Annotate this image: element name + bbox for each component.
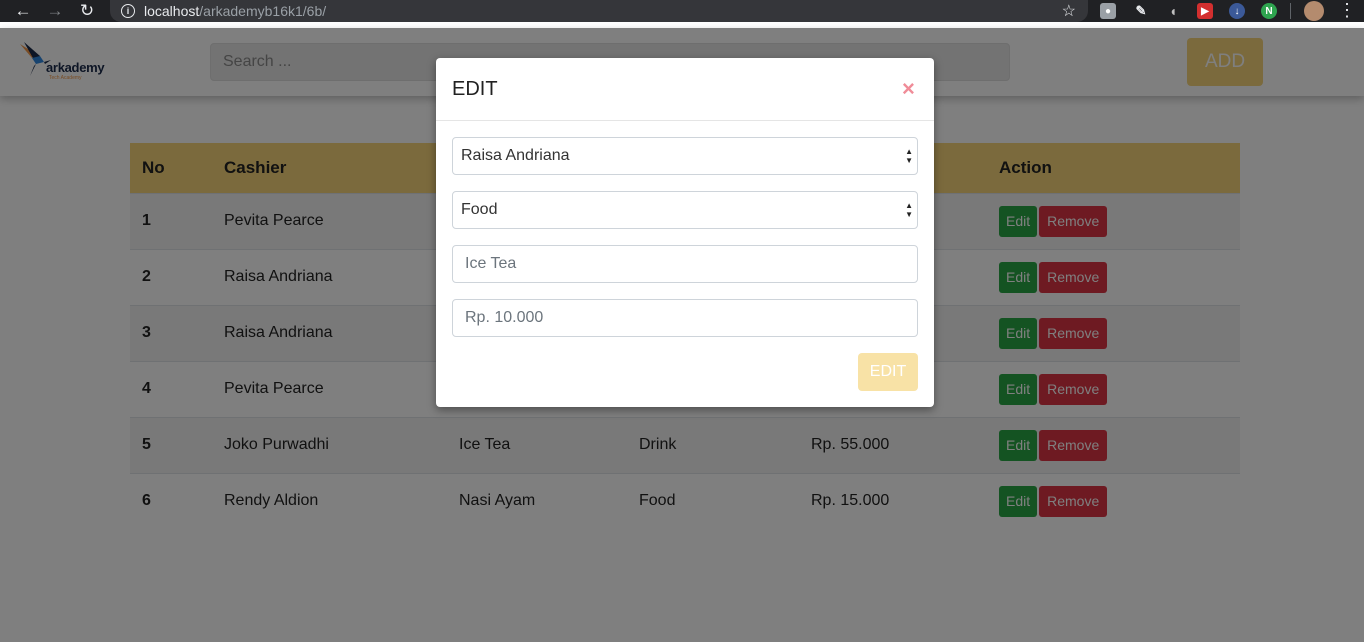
- address-bar[interactable]: i localhost/arkademyb16k1/6b/ ☆: [110, 0, 1088, 22]
- reload-icon[interactable]: ↻: [76, 0, 98, 22]
- select-arrows-icon: ▲ ▼: [905, 201, 913, 219]
- cashier-select[interactable]: Raisa Andriana ▲ ▼: [452, 137, 918, 175]
- edit-modal: EDIT × Raisa Andriana ▲ ▼ Food ▲ ▼ Ice Tea…: [436, 58, 934, 407]
- url-path: /arkademyb16k1/6b/: [199, 3, 327, 19]
- select-arrows-icon: ▲ ▼: [905, 147, 913, 165]
- product-input[interactable]: Ice Tea: [452, 245, 918, 283]
- more-menu-icon[interactable]: ⋮: [1338, 0, 1356, 22]
- url-text: localhost/arkademyb16k1/6b/: [144, 3, 326, 19]
- forward-arrow-icon[interactable]: →: [44, 0, 66, 22]
- blue-download-icon[interactable]: ↓: [1229, 3, 1245, 19]
- red-play-icon[interactable]: ▶: [1197, 3, 1213, 19]
- toolbar-divider: [1290, 3, 1291, 19]
- category-select-value: Food: [461, 201, 498, 218]
- price-input[interactable]: Rp. 10.000: [452, 299, 918, 337]
- edit-submit-button[interactable]: EDIT: [858, 353, 918, 391]
- browser-toolbar: ← → ↻ i localhost/arkademyb16k1/6b/ ☆ ● …: [0, 0, 1364, 22]
- profile-avatar[interactable]: [1304, 1, 1324, 21]
- info-icon[interactable]: i: [121, 4, 135, 18]
- modal-title: EDIT: [452, 78, 498, 100]
- green-n-icon[interactable]: N: [1261, 3, 1277, 19]
- category-select[interactable]: Food ▲ ▼: [452, 191, 918, 229]
- url-host: localhost: [144, 3, 200, 19]
- close-icon[interactable]: ×: [902, 76, 915, 102]
- back-arrow-icon[interactable]: ←: [12, 0, 34, 22]
- pen-icon[interactable]: ✎: [1133, 3, 1149, 19]
- arc-icon[interactable]: ◖: [1165, 3, 1181, 19]
- modal-header: EDIT ×: [436, 58, 934, 121]
- bookmark-star-icon[interactable]: ☆: [1062, 1, 1076, 21]
- camera-icon[interactable]: ●: [1100, 3, 1116, 19]
- cashier-select-value: Raisa Andriana: [461, 147, 570, 164]
